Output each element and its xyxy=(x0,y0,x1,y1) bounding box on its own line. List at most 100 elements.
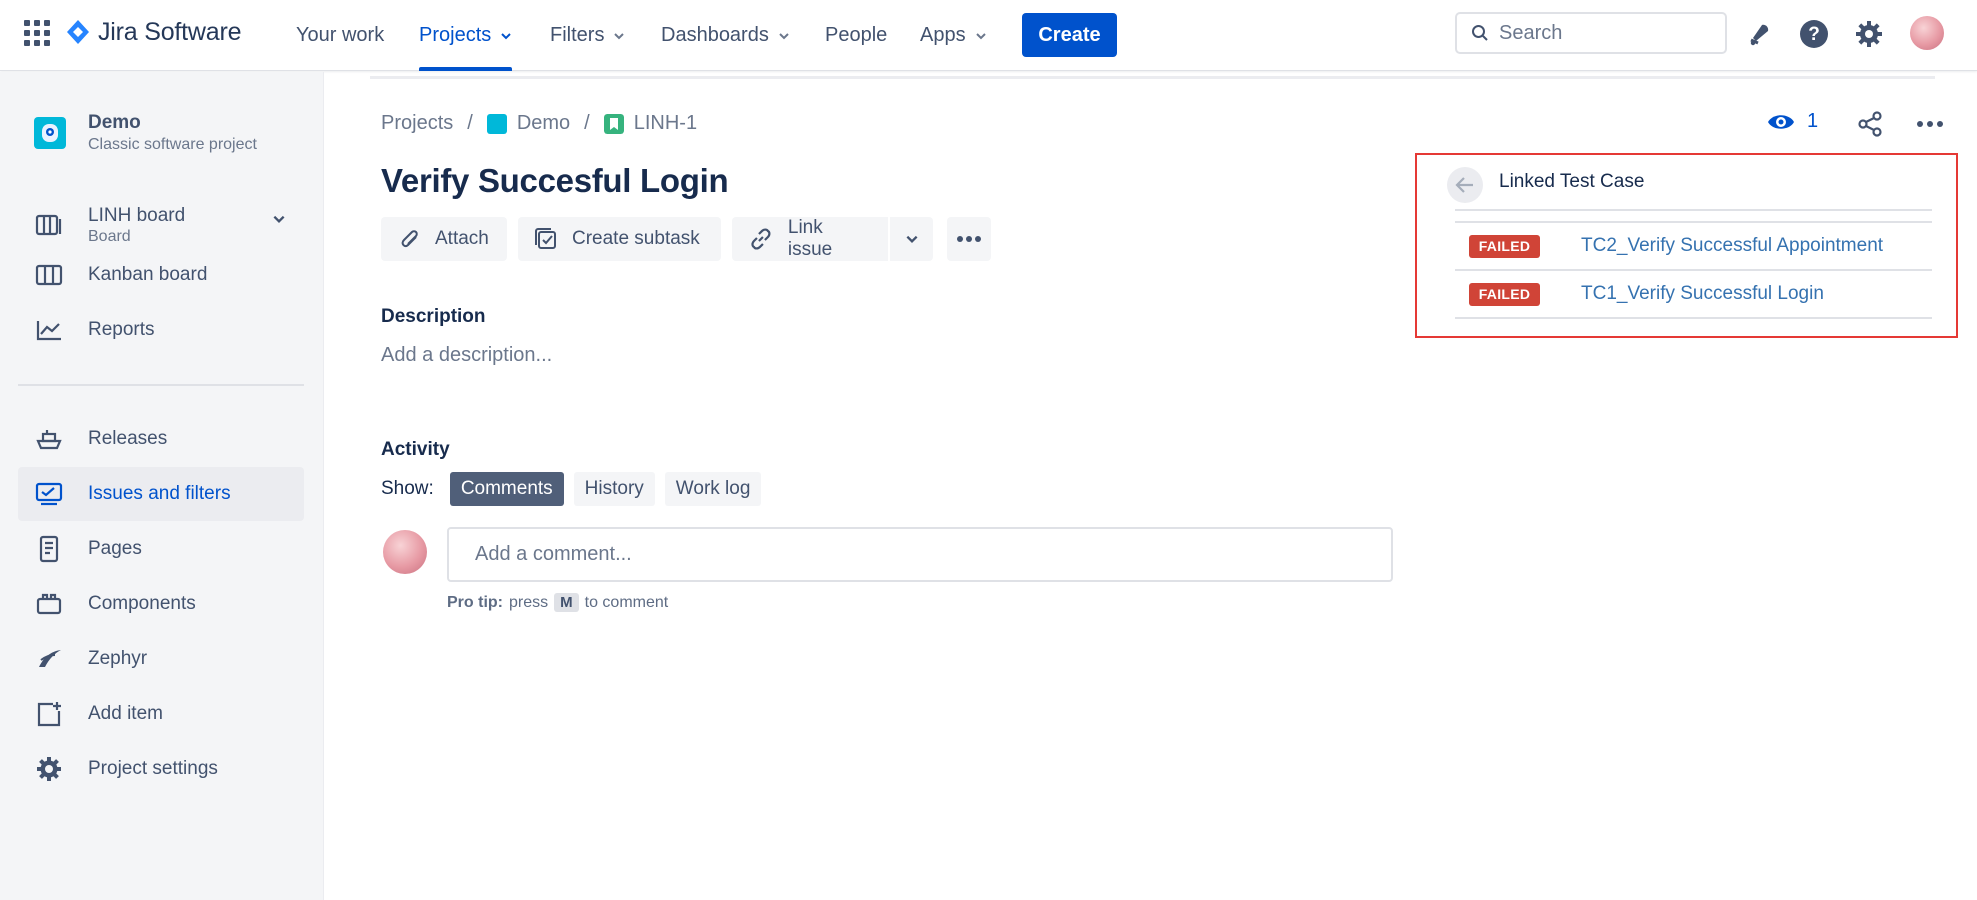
back-button[interactable] xyxy=(1447,167,1483,203)
linked-test-case-panel: Linked Test Case FAILED TC2_Verify Succe… xyxy=(1415,153,1958,338)
nav-people[interactable]: People xyxy=(825,0,887,71)
attach-label: Attach xyxy=(435,228,489,249)
sidebar-item-reports[interactable]: Reports xyxy=(18,303,304,357)
search-box[interactable] xyxy=(1455,12,1727,54)
board-name: LINH board xyxy=(88,204,186,226)
link-issue-label: Link issue xyxy=(787,217,833,260)
chevron-down-icon xyxy=(975,32,986,39)
attach-button[interactable]: Attach xyxy=(381,217,507,261)
comment-input[interactable]: Add a comment... xyxy=(447,527,1393,582)
breadcrumb-issue-key[interactable]: LINH-1 xyxy=(634,112,697,135)
watch-button[interactable]: 1 xyxy=(1767,110,1818,133)
chevron-down-icon xyxy=(614,32,625,39)
sidebar-item-zephyr[interactable]: Zephyr xyxy=(18,632,304,686)
sidebar-item-issues-and-filters[interactable]: Issues and filters xyxy=(18,467,304,521)
story-icon xyxy=(603,113,624,134)
question-icon: ? xyxy=(1800,20,1828,48)
nav-your-work-label: Your work xyxy=(296,24,385,46)
project-type: Classic software project xyxy=(88,136,257,153)
sidebar-item-label: Components xyxy=(88,593,196,614)
link-icon xyxy=(751,228,771,250)
subtask-icon xyxy=(535,228,556,249)
nav-dashboards[interactable]: Dashboards xyxy=(661,0,790,71)
sidebar-item-label: Zephyr xyxy=(88,648,148,669)
test-case-link[interactable]: TC1_Verify Successful Login xyxy=(1581,283,1824,305)
sidebar-item-label: Issues and filters xyxy=(88,483,231,504)
nav-filters[interactable]: Filters xyxy=(550,0,625,71)
breadcrumb: Projects / Demo / LINH-1 xyxy=(381,112,697,135)
tab-comments[interactable]: Comments xyxy=(449,472,564,506)
pro-tip-label: Pro tip: xyxy=(447,593,503,611)
tab-history[interactable]: History xyxy=(573,472,655,506)
help-icon[interactable]: ? xyxy=(1796,16,1832,52)
notifications-icon[interactable] xyxy=(1742,16,1778,52)
search-input[interactable] xyxy=(1499,21,1699,45)
create-button[interactable]: Create xyxy=(1022,13,1117,57)
board-icon xyxy=(34,210,64,240)
status-badge: FAILED xyxy=(1469,234,1540,258)
nav-people-label: People xyxy=(825,24,888,46)
description-heading: Description xyxy=(381,306,486,327)
sidebar-item-label: Project settings xyxy=(88,758,218,779)
create-subtask-label: Create subtask xyxy=(572,228,700,249)
project-avatar-icon xyxy=(34,117,66,149)
create-subtask-button[interactable]: Create subtask xyxy=(518,217,721,261)
sidebar-item-label: Reports xyxy=(88,319,155,340)
pro-tip-suffix: to comment xyxy=(584,593,669,611)
nav-apps[interactable]: Apps xyxy=(920,0,987,71)
issue-title[interactable]: Verify Succesful Login xyxy=(381,162,729,200)
pro-tip-press: press xyxy=(509,593,549,611)
chevron-down-icon xyxy=(273,215,285,223)
more-actions-icon[interactable] xyxy=(1912,106,1948,142)
chevron-down-icon xyxy=(501,32,511,39)
breadcrumb-project[interactable]: Demo xyxy=(517,112,570,135)
avatar xyxy=(383,530,427,574)
issues-icon xyxy=(34,479,64,509)
nav-your-work[interactable]: Your work xyxy=(296,0,384,71)
add-item-icon xyxy=(34,699,64,729)
divider xyxy=(370,76,1935,79)
chevron-down-icon xyxy=(906,235,917,243)
nav-projects-label: Projects xyxy=(419,24,492,46)
activity-heading: Activity xyxy=(381,439,450,460)
settings-icon[interactable] xyxy=(1851,16,1887,52)
board-sub: Board xyxy=(88,227,131,245)
link-issue-dropdown[interactable] xyxy=(890,217,933,261)
kanban-icon xyxy=(34,260,64,290)
svg-text:?: ? xyxy=(1808,24,1820,45)
sidebar-item-releases[interactable]: Releases xyxy=(18,412,304,466)
jira-logo[interactable]: Jira Software xyxy=(66,18,241,47)
breadcrumb-projects[interactable]: Projects xyxy=(381,112,453,135)
project-avatar-icon xyxy=(486,113,507,134)
project-header[interactable]: Demo Classic software project xyxy=(34,112,257,154)
sidebar-item-kanban-board[interactable]: Kanban board xyxy=(18,248,304,302)
sidebar-item-components[interactable]: Components xyxy=(18,577,304,631)
user-avatar[interactable] xyxy=(1910,16,1944,50)
tab-work-log[interactable]: Work log xyxy=(664,472,762,506)
sidebar-item-label: Releases xyxy=(88,428,168,449)
test-case-row: FAILED TC2_Verify Successful Appointment xyxy=(1455,223,1932,269)
linked-panel-title: Linked Test Case xyxy=(1499,171,1645,192)
gear-icon xyxy=(1856,21,1882,47)
sidebar-item-project-settings[interactable]: Project settings xyxy=(18,742,304,796)
share-icon[interactable] xyxy=(1852,106,1888,142)
components-icon xyxy=(34,589,64,619)
link-issue-button[interactable]: Link issue xyxy=(732,217,888,261)
status-badge: FAILED xyxy=(1469,282,1540,306)
more-options-button[interactable] xyxy=(947,217,991,261)
sidebar-item-pages[interactable]: Pages xyxy=(18,522,304,576)
divider xyxy=(1455,317,1932,319)
test-case-row: FAILED TC1_Verify Successful Login xyxy=(1455,271,1932,317)
project-name: Demo xyxy=(88,112,141,133)
test-case-link[interactable]: TC2_Verify Successful Appointment xyxy=(1581,235,1883,257)
gear-icon xyxy=(34,754,64,784)
jira-diamond-icon xyxy=(67,19,89,44)
description-field[interactable]: Add a description... xyxy=(381,344,552,367)
nav-filters-label: Filters xyxy=(550,24,605,46)
sidebar-item-label: Add item xyxy=(88,703,163,724)
sidebar-item-add-item[interactable]: Add item xyxy=(18,687,304,741)
nav-projects[interactable]: Projects xyxy=(419,0,513,71)
app-switcher-icon[interactable] xyxy=(24,20,50,46)
watcher-count: 1 xyxy=(1807,110,1819,132)
more-icon xyxy=(957,236,981,242)
